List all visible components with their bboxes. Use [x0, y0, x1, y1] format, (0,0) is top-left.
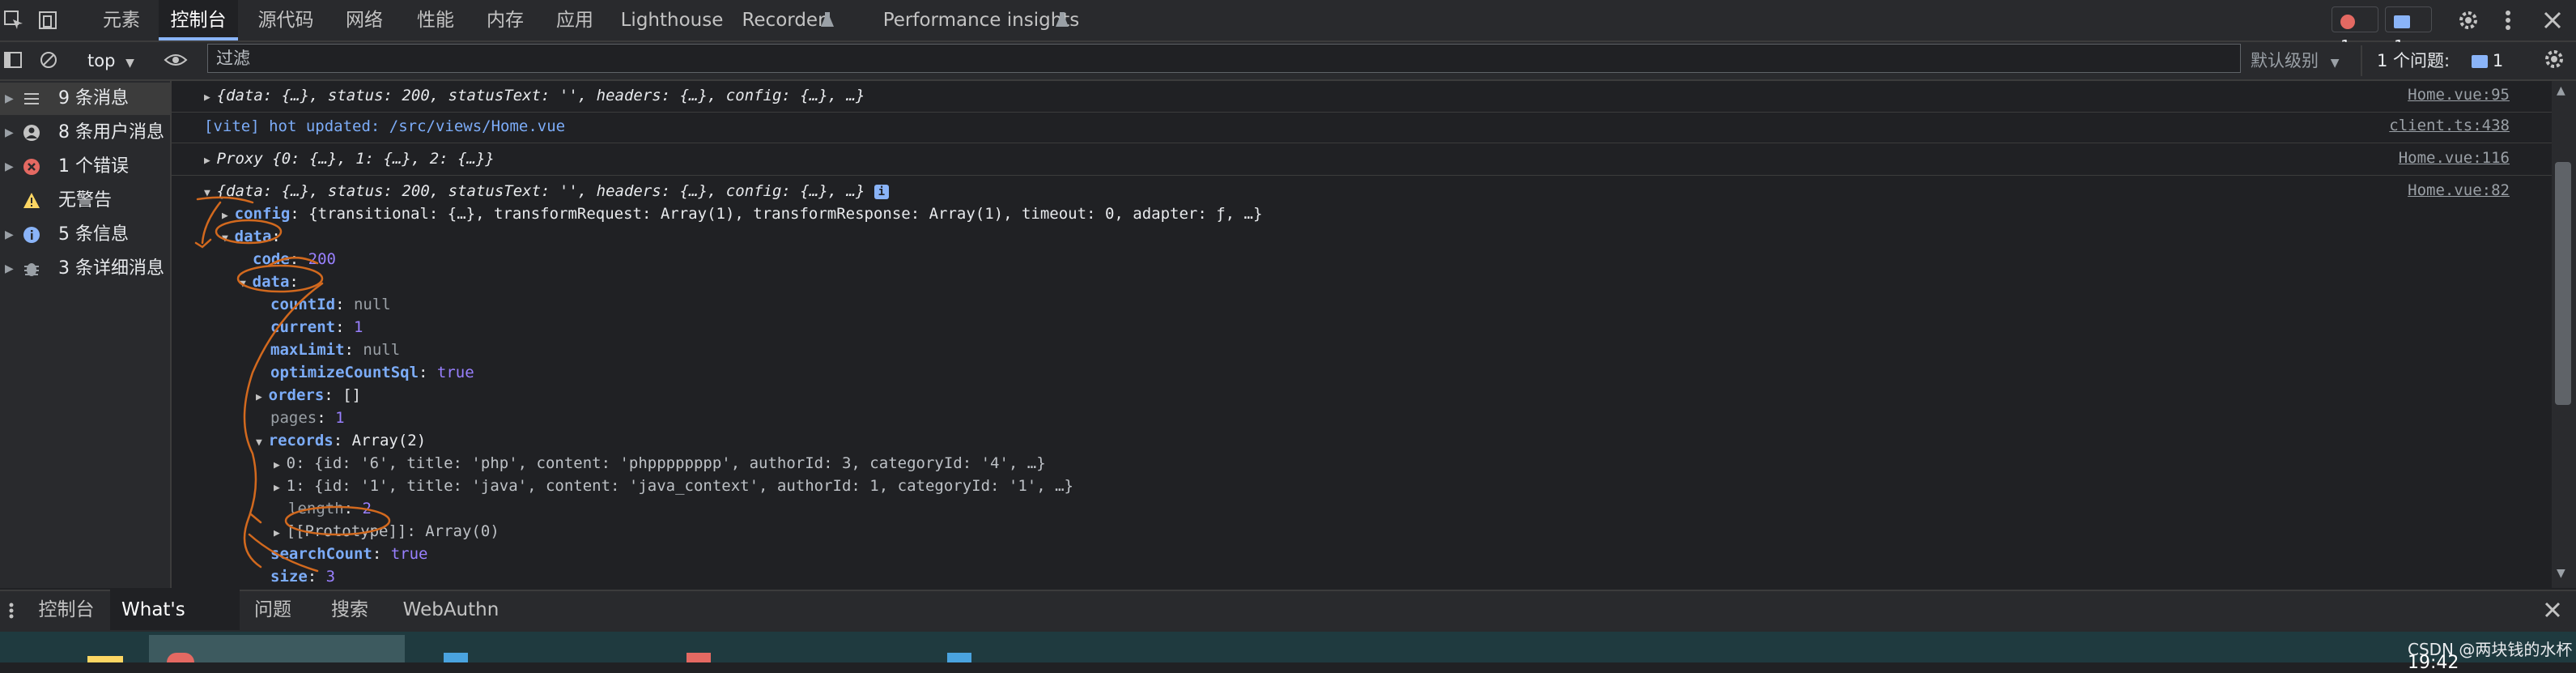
- log-levels-dropdown[interactable]: 默认级别 ▼: [2251, 47, 2339, 75]
- log-source-link[interactable]: Home.vue:116: [2399, 149, 2510, 167]
- dropdown-arrow-icon: ▼: [125, 57, 134, 70]
- bug-icon: [23, 260, 40, 278]
- log-levels-label: 默认级别: [2251, 51, 2319, 70]
- taskbar-app-icon[interactable]: [87, 656, 123, 662]
- drawer-tab-console[interactable]: 控制台: [29, 590, 104, 630]
- message-icon: [2394, 15, 2410, 28]
- sidebar-item-warnings[interactable]: 无警告: [0, 185, 170, 217]
- filter-input[interactable]: [207, 44, 2241, 73]
- expand-arrow-icon: ▶: [5, 262, 14, 275]
- expand-arrow-icon: ▶: [5, 126, 14, 139]
- drawer-tab-webauthn[interactable]: WebAuthn: [400, 590, 502, 630]
- browser-icon: [167, 653, 194, 662]
- hand-drawn-annotation: [194, 196, 391, 573]
- tab-elements[interactable]: 元素: [89, 0, 154, 40]
- taskbar-app-icon[interactable]: [687, 653, 711, 662]
- sidebar-item-label: 无警告: [58, 190, 113, 211]
- sidebar-toggle-icon[interactable]: [3, 50, 23, 70]
- drawer-tab-issues[interactable]: 问题: [244, 590, 301, 630]
- tab-network[interactable]: 网络: [332, 0, 397, 40]
- sidebar-item-label: 5 条信息: [58, 224, 129, 245]
- error-icon: [2340, 14, 2355, 29]
- inspect-element-icon[interactable]: [3, 10, 24, 31]
- user-icon: [23, 124, 40, 142]
- sidebar-item-label: 1 个错误: [58, 156, 129, 177]
- info-icon: i: [874, 184, 889, 199]
- sidebar-item-verbose[interactable]: ▶ 3 条详细消息: [0, 253, 170, 285]
- console-messages: ▶ {data: {…}, status: 200, statusText: '…: [172, 81, 2552, 588]
- info-icon: [23, 226, 40, 244]
- drawer-tab-search[interactable]: 搜索: [317, 590, 382, 630]
- issues-count: 1: [2492, 51, 2504, 70]
- flask-icon: [1054, 11, 1070, 29]
- tab-memory[interactable]: 内存: [473, 0, 538, 40]
- taskbar-app-icon[interactable]: [444, 653, 468, 662]
- close-devtools-icon[interactable]: [2542, 10, 2563, 31]
- taskbar-clock: 19:42: [2408, 653, 2459, 673]
- context-label: top: [87, 51, 116, 70]
- issues-label: 1 个问题:: [2377, 51, 2451, 70]
- drawer-tab-bar: [0, 590, 2576, 632]
- error-count-badge[interactable]: 1: [2332, 6, 2378, 56]
- tab-sources[interactable]: 源代码: [246, 0, 325, 40]
- log-source-link[interactable]: Home.vue:82: [2408, 181, 2510, 199]
- taskbar-app-icon[interactable]: [947, 653, 971, 662]
- issues-counter[interactable]: 1 个问题: 1: [2377, 47, 2503, 75]
- console-settings-gear-icon[interactable]: [2542, 47, 2566, 71]
- sidebar-item-messages[interactable]: ▶ 9 条消息: [0, 83, 170, 115]
- sidebar-item-info[interactable]: ▶ 5 条信息: [0, 219, 170, 251]
- more-tabs-icon[interactable]: [3, 603, 19, 619]
- sidebar-item-errors[interactable]: ▶ 1 个错误: [0, 151, 170, 183]
- expand-arrow-icon: ▶: [5, 228, 14, 241]
- list-icon: [23, 90, 40, 108]
- scroll-down-arrow-icon[interactable]: ▼: [2557, 567, 2565, 580]
- device-toolbar-icon[interactable]: [37, 10, 58, 31]
- close-drawer-icon[interactable]: [2542, 599, 2563, 620]
- tab-application[interactable]: 应用: [542, 0, 607, 40]
- log-source-link[interactable]: Home.vue:95: [2408, 86, 2510, 104]
- tab-lighthouse[interactable]: Lighthouse: [615, 0, 729, 40]
- context-selector[interactable]: top ▼: [87, 49, 134, 73]
- scrollbar-thumb[interactable]: [2555, 162, 2571, 405]
- divider: [2361, 45, 2362, 76]
- error-icon: [23, 158, 40, 176]
- expand-arrow-icon: ▶: [5, 92, 14, 105]
- drawer-tab-whats-new[interactable]: What's New✕: [110, 590, 240, 661]
- more-options-icon[interactable]: [2502, 8, 2514, 32]
- sidebar-item-user-messages[interactable]: ▶ 8 条用户消息: [0, 117, 170, 149]
- live-expression-eye-icon[interactable]: [164, 50, 188, 70]
- expand-arrow-icon: ▶: [5, 160, 14, 173]
- flask-icon: [819, 11, 835, 29]
- tab-console[interactable]: 控制台: [159, 0, 238, 40]
- dropdown-arrow-icon: ▼: [2330, 57, 2340, 70]
- clear-console-icon[interactable]: [39, 50, 58, 70]
- log-source-link[interactable]: client.ts:438: [2389, 117, 2510, 134]
- sidebar-item-label: 8 条用户消息: [58, 122, 164, 143]
- settings-gear-icon[interactable]: [2456, 8, 2480, 32]
- tab-performance[interactable]: 性能: [403, 0, 468, 40]
- issue-icon: [2471, 55, 2488, 68]
- sidebar-item-label: 3 条详细消息: [58, 258, 164, 279]
- warning-icon: [23, 192, 40, 210]
- sidebar-item-label: 9 条消息: [58, 88, 129, 109]
- tab-recorder[interactable]: Recorder: [735, 0, 832, 40]
- scroll-up-arrow-icon[interactable]: ▲: [2557, 84, 2565, 97]
- message-count-badge[interactable]: 1: [2385, 6, 2432, 56]
